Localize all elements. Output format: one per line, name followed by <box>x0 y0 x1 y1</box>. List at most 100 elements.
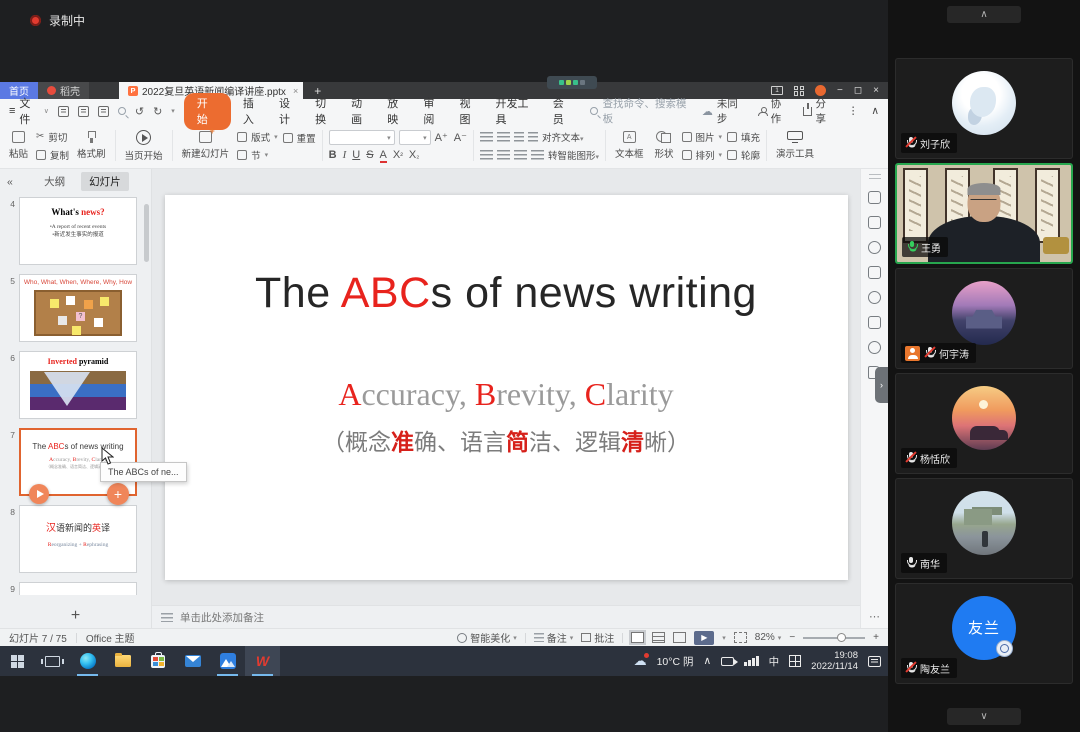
bold-button[interactable]: B <box>329 149 337 161</box>
layout-button[interactable]: 版式▾ <box>237 130 278 144</box>
zoom-slider[interactable] <box>803 637 865 639</box>
start-button[interactable] <box>0 646 35 676</box>
shape-button[interactable]: 形状 <box>651 131 676 160</box>
paste-button[interactable]: 粘贴 <box>6 131 31 160</box>
slide-sorter-view-button[interactable] <box>652 632 665 643</box>
ime-grid-icon[interactable] <box>789 655 801 667</box>
current-slide[interactable]: The ABCs of news writing Accuracy, Brevi… <box>165 195 848 580</box>
account-avatar[interactable] <box>815 85 826 96</box>
single-window-icon[interactable]: 1 <box>771 86 783 95</box>
participant-tile[interactable]: 刘子欣 <box>895 58 1073 159</box>
restore-button[interactable]: ◻ <box>854 85 862 96</box>
comments-button[interactable]: 批注 <box>581 630 614 645</box>
font-color-button[interactable]: A <box>380 149 387 161</box>
meeting-app-button[interactable] <box>210 646 245 676</box>
weather-label[interactable]: 10°C 阴 <box>657 654 694 669</box>
more-tools-icon[interactable]: ⋯ <box>869 610 880 623</box>
fit-slide-icon[interactable] <box>734 632 747 643</box>
zoom-level[interactable]: 82%▾ <box>755 632 782 643</box>
notes-toggle-button[interactable]: 备注▾ <box>534 630 574 645</box>
outline-button[interactable]: 轮廓 <box>727 148 760 162</box>
format-painter-button[interactable]: 格式刷 <box>74 131 109 160</box>
store-button[interactable] <box>140 646 175 676</box>
normal-view-button[interactable] <box>631 632 644 643</box>
tab-slides[interactable]: 幻灯片 <box>81 172 129 191</box>
underline-button[interactable]: U <box>352 149 360 161</box>
fill-button[interactable]: 填充 <box>727 130 760 144</box>
navigation-panel-icon[interactable] <box>868 341 881 354</box>
scroll-participants-down-button[interactable]: ∨ <box>947 708 1021 725</box>
smart-graphic-button[interactable]: 转智能图形▾ <box>548 148 599 162</box>
participant-tile[interactable]: 友兰 陶友兰 <box>895 583 1073 684</box>
participant-tile[interactable]: 何宇涛 <box>895 268 1073 369</box>
close-tab-icon[interactable]: × <box>290 86 298 96</box>
beautify-panel-icon[interactable] <box>868 241 881 254</box>
reading-view-button[interactable] <box>673 632 686 643</box>
taskbar-clock[interactable]: 19:08 2022/11/14 <box>811 650 858 673</box>
align-left-icon[interactable] <box>480 150 493 160</box>
notes-bar[interactable]: 单击此处添加备注 <box>152 605 860 628</box>
zoom-out-button[interactable]: − <box>789 632 795 643</box>
panel-scrollbar[interactable] <box>144 204 149 262</box>
share-button[interactable]: 分享 <box>803 96 835 126</box>
mail-button[interactable] <box>175 646 210 676</box>
font-size-select[interactable]: ▾ <box>399 130 431 145</box>
align-center-icon[interactable] <box>497 150 510 160</box>
slide-thumb-9[interactable]: 9 <box>2 582 141 595</box>
slide-canvas[interactable]: The ABCs of news writing Accuracy, Brevi… <box>152 169 860 605</box>
picture-button[interactable]: 图片▾ <box>682 130 723 144</box>
slide-thumb-6[interactable]: 6 Inverted pyramid <box>2 351 141 419</box>
align-right-icon[interactable] <box>514 150 527 160</box>
bullet-list-icon[interactable] <box>480 132 493 142</box>
decrease-indent-icon[interactable] <box>514 132 524 142</box>
decrease-font-icon[interactable]: A⁻ <box>454 131 467 144</box>
present-tools-button[interactable]: 演示工具 <box>773 126 817 165</box>
subscript-button[interactable]: X₂ <box>409 149 419 161</box>
increase-font-icon[interactable]: A⁺ <box>435 131 448 144</box>
help-panel-icon[interactable] <box>868 291 881 304</box>
action-center-icon[interactable] <box>868 656 881 667</box>
superscript-button[interactable]: X² <box>393 149 403 161</box>
increase-indent-icon[interactable] <box>528 132 538 142</box>
strikethrough-button[interactable]: S <box>366 149 373 161</box>
numbered-list-icon[interactable] <box>497 132 510 142</box>
textbox-button[interactable]: 文本框 <box>612 131 647 160</box>
zoom-slider-knob[interactable] <box>837 633 846 642</box>
minimize-button[interactable]: − <box>837 85 843 96</box>
participant-tile[interactable]: 杨恬欣 <box>895 373 1073 474</box>
slide-thumb-8[interactable]: 8 汉语新闻的英译 Reorganizing + Rephrasing <box>2 505 141 573</box>
effects-panel-icon[interactable] <box>868 191 881 204</box>
play-slide-button[interactable] <box>29 484 49 504</box>
duplicate-panel-icon[interactable] <box>868 266 881 279</box>
font-name-select[interactable]: ▾ <box>329 130 395 145</box>
properties-panel-icon[interactable] <box>868 216 881 229</box>
edge-browser-button[interactable] <box>70 646 105 676</box>
redo-icon[interactable]: ↻ <box>153 105 162 118</box>
justify-icon[interactable] <box>531 150 544 160</box>
sync-status-button[interactable]: ☁ 未同步 <box>702 96 745 126</box>
scroll-participants-up-button[interactable]: ∧ <box>947 6 1021 23</box>
save-icon[interactable] <box>58 106 69 117</box>
tab-outline[interactable]: 大纲 <box>36 172 73 191</box>
slide-thumb-4[interactable]: 4 What's news? •A report of recent event… <box>2 197 141 265</box>
undo-icon[interactable]: ↺ <box>135 105 144 118</box>
align-text-button[interactable]: 对齐文本▾ <box>542 130 584 144</box>
task-view-button[interactable] <box>35 646 70 676</box>
window-grid-icon[interactable] <box>794 86 804 96</box>
collapse-ribbon-icon[interactable]: ∧ <box>871 105 879 117</box>
output-icon[interactable] <box>78 106 89 117</box>
more-options-icon[interactable]: ⋮ <box>848 105 859 117</box>
cut-button[interactable]: ✂剪切 <box>36 130 69 144</box>
print-preview-icon[interactable] <box>118 107 126 115</box>
smart-beautify-button[interactable]: 智能美化▾ <box>457 630 517 645</box>
play-from-current-button[interactable]: 当页开始 <box>122 126 166 165</box>
reset-button[interactable]: 重置 <box>283 131 316 145</box>
slide-title-text[interactable]: The ABCs of news writing <box>165 269 848 318</box>
collaborate-button[interactable]: 协作 <box>758 96 790 126</box>
slide-thumb-5[interactable]: 5 Who, What, When, Where, Why, How ? <box>2 274 141 342</box>
ime-language-label[interactable]: 中 <box>769 654 780 669</box>
print-icon[interactable] <box>98 106 109 117</box>
play-options-icon[interactable]: ▾ <box>722 634 726 642</box>
arrange-button[interactable]: 排列▾ <box>682 148 723 162</box>
resource-panel-icon[interactable] <box>868 316 881 329</box>
